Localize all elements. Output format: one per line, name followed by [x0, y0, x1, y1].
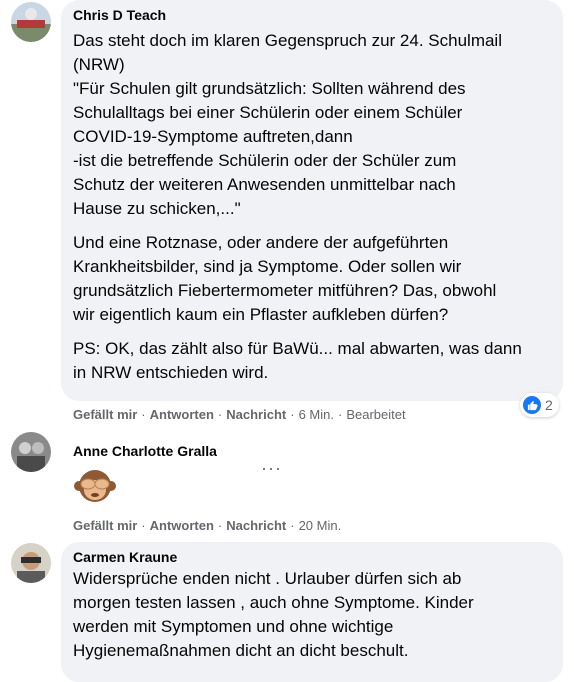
like-button[interactable]: Gefällt mir: [73, 407, 137, 422]
comment-text: PS: OK, das zählt also für BaWü... mal a…: [73, 339, 522, 382]
comment-text: Das steht doch im klaren Gegenspruch zur…: [73, 31, 502, 218]
comment-time[interactable]: 20 Min.: [299, 518, 342, 533]
reaction-count: 2: [545, 397, 553, 413]
avatar[interactable]: [11, 432, 51, 472]
reaction-count-badge[interactable]: 2: [520, 393, 559, 417]
message-button[interactable]: Nachricht: [226, 518, 286, 533]
reply-button[interactable]: Antworten: [150, 407, 214, 422]
comment-author[interactable]: Chris D Teach: [73, 6, 551, 24]
comment-actions: Gefällt mir · Antworten · Nachricht · 6 Min. · B…: [73, 407, 406, 422]
thumbs-up-icon: [523, 396, 541, 414]
comment-text: Widersprüche enden nicht . Urlauber dürf…: [73, 569, 474, 660]
comment-bubble: Carmen Kraune Widersprüche enden nicht .…: [61, 542, 563, 682]
message-button[interactable]: Nachricht: [226, 407, 286, 422]
like-button[interactable]: Gefällt mir: [73, 518, 137, 533]
comment-text: Und eine Rotznase, oder andere der aufge…: [73, 233, 497, 324]
comment-author[interactable]: Carmen Kraune: [73, 548, 551, 566]
avatar-image-icon: [11, 2, 51, 42]
more-options-icon[interactable]: ···: [261, 458, 282, 479]
reply-button[interactable]: Antworten: [150, 518, 214, 533]
avatar-image-icon: [11, 432, 51, 472]
comment-time[interactable]: 6 Min.: [299, 407, 334, 422]
comment-actions: Gefällt mir · Antworten · Nachricht · 20 Min.: [73, 518, 342, 533]
comment-bubble: Chris D Teach Das steht doch im klaren G…: [61, 0, 563, 401]
avatar[interactable]: [11, 2, 51, 42]
see-no-evil-monkey-icon: [73, 466, 117, 511]
comment-author[interactable]: Anne Charlotte Gralla: [73, 442, 217, 460]
avatar-image-icon: [11, 543, 51, 583]
avatar[interactable]: [11, 543, 51, 583]
edited-label: Bearbeitet: [346, 407, 406, 422]
